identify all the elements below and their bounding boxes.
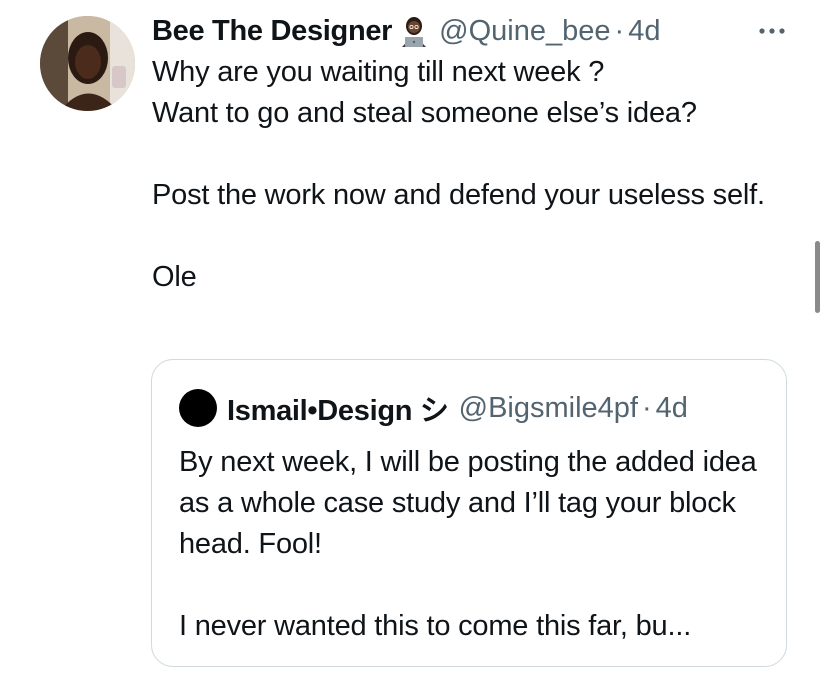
- quoted-author-avatar[interactable]: [179, 389, 217, 427]
- separator-dot: ·: [614, 14, 625, 47]
- tweet-text: Why are you waiting till next week ? Wan…: [152, 56, 765, 293]
- quoted-tweet-text: By next week, I will be posting the adde…: [179, 446, 757, 642]
- author-name[interactable]: Bee The Designer: [152, 15, 392, 48]
- quoted-author-name[interactable]: Ismail•Design シ: [227, 387, 449, 429]
- quoted-tweet[interactable]: Ismail•Design シ @Bigsmile4pf · 4d By nex…: [151, 359, 787, 667]
- quoted-author-handle[interactable]: @Bigsmile4pf: [459, 392, 638, 425]
- author-avatar[interactable]: [40, 16, 135, 111]
- author-handle[interactable]: @Quine_bee: [439, 15, 610, 48]
- tweet[interactable]: Bee The Designer @Quine_bee · 4d Why are…: [152, 10, 792, 298]
- more-options-icon[interactable]: [752, 16, 792, 46]
- tweet-time[interactable]: 4d: [628, 15, 660, 48]
- tweet-header: Bee The Designer @Quine_bee · 4d: [152, 10, 792, 52]
- separator-dot: ·: [641, 391, 652, 424]
- quoted-tweet-time[interactable]: 4d: [656, 392, 688, 425]
- woman-technologist-icon: [397, 14, 431, 48]
- quoted-tweet-header: Ismail•Design シ @Bigsmile4pf · 4d: [179, 388, 688, 428]
- scrollbar[interactable]: [815, 241, 820, 313]
